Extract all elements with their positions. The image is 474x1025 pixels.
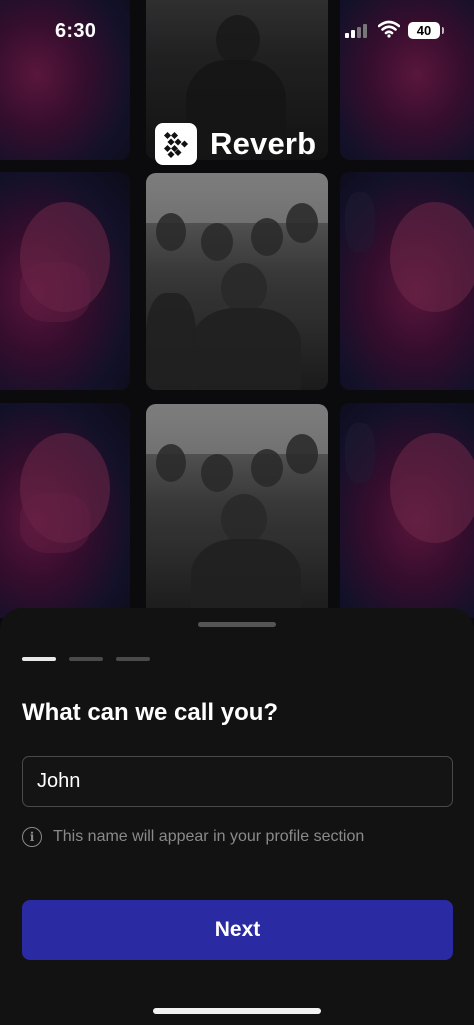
cellular-signal-icon [345,24,371,38]
step-indicator [22,657,150,661]
photo-tile [340,172,474,390]
photo-tile [0,172,130,390]
status-bar: 6:30 40 [0,0,474,60]
battery-icon: 40 [408,22,444,39]
photo-tile [146,404,328,619]
background-photo-collage [0,0,474,640]
onboarding-sheet: What can we call you? i This name will a… [0,608,474,1025]
app-logo: Reverb [155,122,316,166]
question-heading: What can we call you? [22,699,279,726]
photo-tile [0,403,130,618]
next-button[interactable]: Next [22,900,453,960]
hint-text: This name will appear in your profile se… [53,828,365,845]
home-indicator [153,1008,321,1014]
status-time: 6:30 [55,20,97,42]
step-dot-active [22,657,56,661]
wifi-icon [377,20,401,38]
step-dot [116,657,150,661]
name-hint: i This name will appear in your profile … [22,827,364,847]
app-name: Reverb [210,126,317,161]
sheet-grabber[interactable] [198,622,276,627]
info-icon: i [22,827,42,847]
reverb-logo-icon [155,123,197,165]
name-input[interactable] [22,756,453,807]
step-dot [69,657,103,661]
photo-tile [340,403,474,618]
photo-tile [146,173,328,390]
